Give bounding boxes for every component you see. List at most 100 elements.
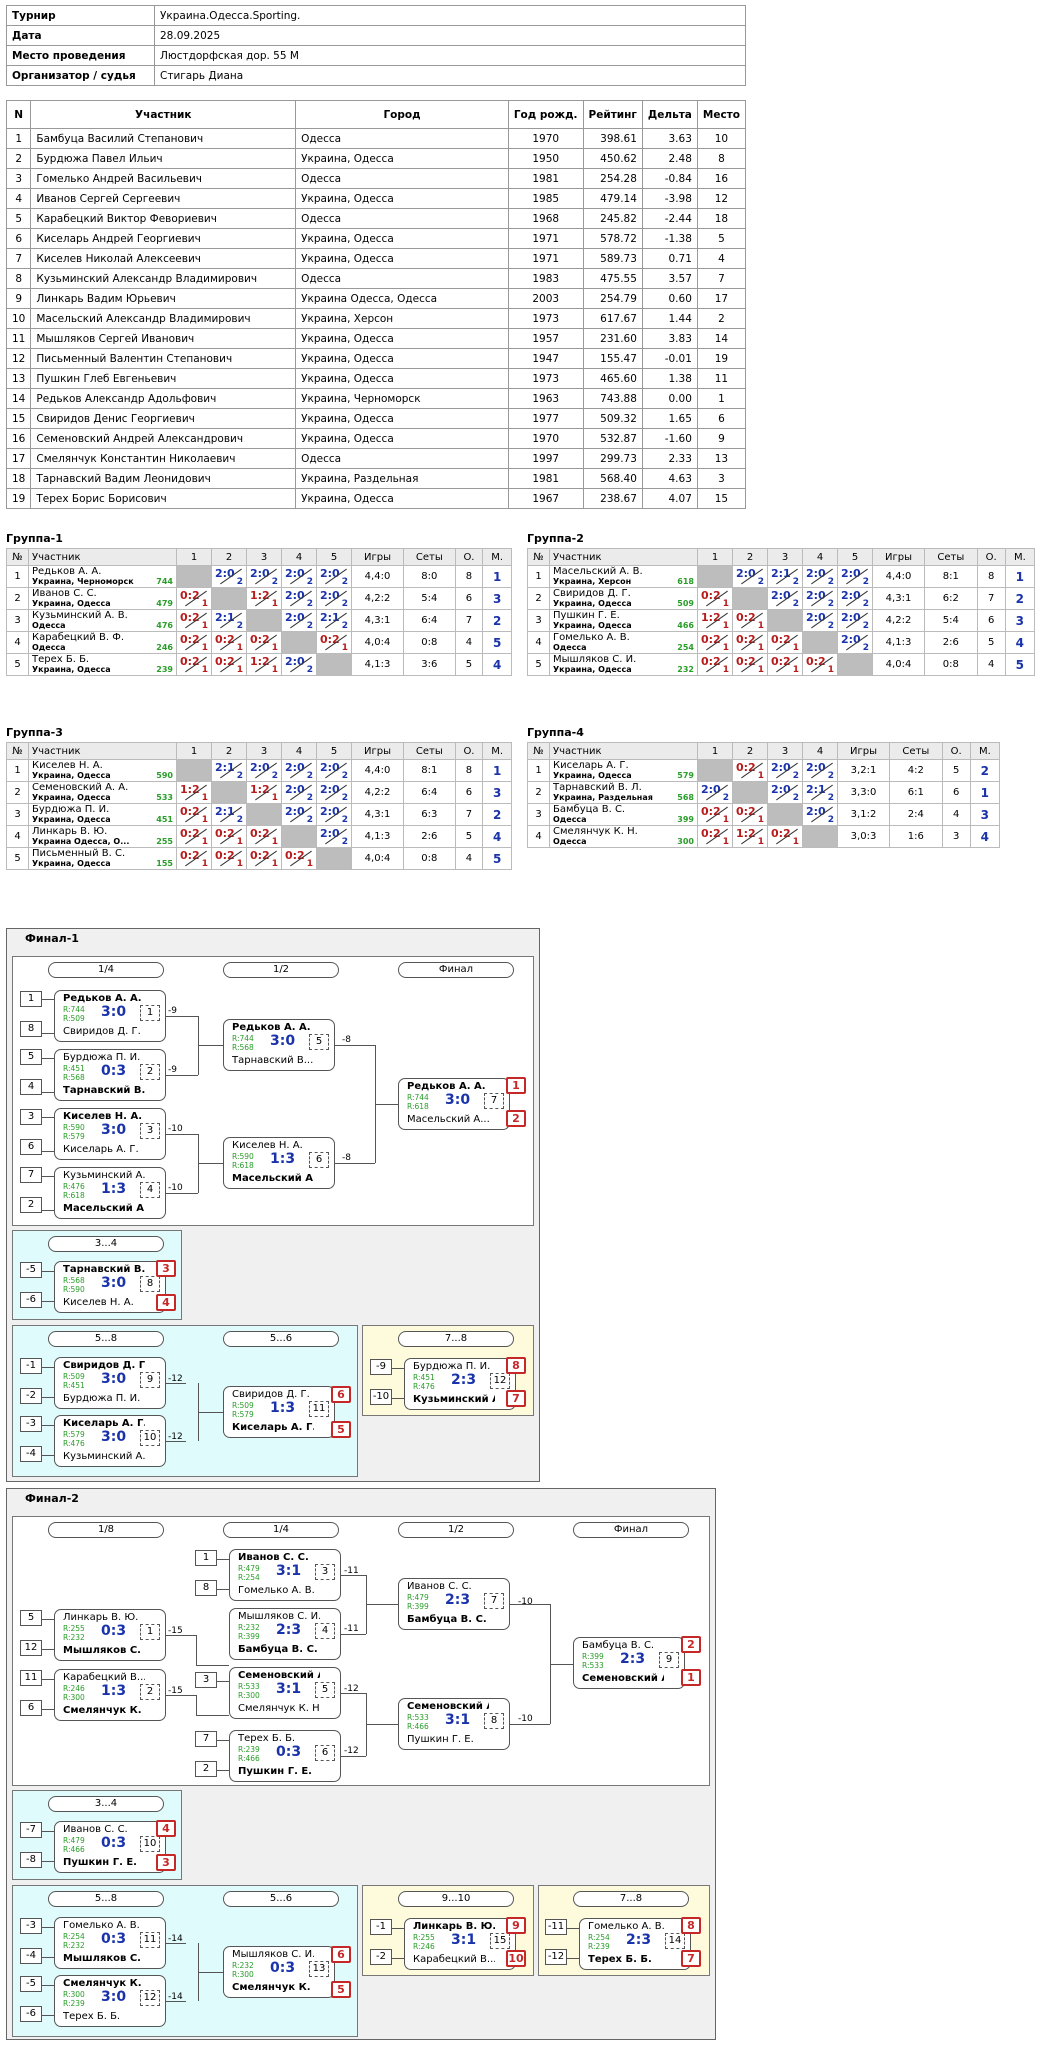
- loser-destination: -12: [344, 1746, 359, 1756]
- group-player-name: Мышляков С. И.: [553, 653, 637, 665]
- connector-line: [42, 1058, 54, 1059]
- result-score: 0:2: [250, 633, 270, 646]
- group-result-cell: 1:2 1: [246, 781, 282, 804]
- connector-line: [341, 1575, 366, 1576]
- participants-header: Город: [295, 100, 509, 129]
- result-points: 1: [757, 643, 764, 653]
- match-player-1: Редьков А. А.: [63, 993, 142, 1004]
- participant-cell: Письменный Валентин Степанович: [30, 348, 297, 369]
- group-result-cell: 2:0 2: [281, 803, 317, 826]
- group-row: 3 Пушкин Г. Е. 466 Украина, Одесса 1:2 1 0:2 1 2…: [527, 609, 1036, 632]
- group-sets: 1:6: [889, 825, 943, 848]
- participant-cell: Украина, Одесса: [295, 148, 509, 169]
- result-points: 1: [201, 665, 208, 675]
- round-header: 5...8: [48, 1891, 164, 1907]
- round-header: 7...8: [398, 1331, 514, 1347]
- round-header: 1/2: [223, 962, 339, 978]
- participant-cell: Украина, Одесса: [295, 488, 509, 509]
- match-rating-1: R:254: [63, 1932, 85, 1941]
- group-result-cell: 0:2 1: [697, 803, 733, 826]
- result-points: 2: [306, 599, 313, 609]
- participant-cell: Украина, Одесса: [295, 408, 509, 429]
- group-player-name: Линкарь В. Ю.: [32, 825, 108, 837]
- group-points: 6: [976, 609, 1006, 632]
- seed-box: 2: [20, 1197, 42, 1213]
- result-score: 0:2: [250, 849, 270, 862]
- match-rating-1: R:744: [63, 1005, 85, 1014]
- result-score: 2:0: [841, 611, 861, 624]
- group-player-city: Украина, Одесса: [553, 664, 632, 674]
- match-score: 3:0: [101, 1004, 127, 1020]
- match-player-2: Смелянчук К. Н.: [238, 1703, 320, 1714]
- participant-cell: 617.67: [582, 308, 643, 329]
- result-score: 2:1: [771, 567, 791, 580]
- seed-box: 11: [20, 1670, 42, 1686]
- match-game-number: 11: [309, 1401, 329, 1417]
- result-points: 1: [306, 859, 313, 869]
- group-points: 7: [976, 587, 1006, 610]
- group-header-row: № Участник 1 2 3 4 5 Игры Сеты О. М.: [527, 548, 1036, 566]
- group-row-number: 3: [527, 609, 550, 632]
- group-row: 1 Масельский А. В. 618 Украина, Херсон 2:0 2 2…: [527, 565, 1036, 588]
- match-player-2: Масельский А....: [232, 1173, 314, 1184]
- result-score: 1:2: [250, 589, 270, 602]
- result-score: 0:2: [806, 655, 826, 668]
- group-place: 4: [1004, 631, 1036, 654]
- participant-row: 2 Бурдюжа Павел Ильич Украина, Одесса 1950 4…: [5, 148, 747, 169]
- participant-cell: 1968: [507, 208, 584, 229]
- group-row: 2 Иванов С. С. 479 Украина, Одесса 0:2 1 1:2 1 2…: [6, 587, 512, 610]
- group-row: 5 Мышляков С. И. 232 Украина, Одесса 0:2 1 0:2…: [527, 653, 1036, 676]
- result-score: 0:2: [215, 827, 235, 840]
- match-rating-2: R:451: [63, 1381, 85, 1390]
- group-body: 1 Редьков А. А. 744 Украина, Черноморск 2:0 2…: [6, 565, 512, 676]
- connector-line: [510, 1604, 550, 1605]
- match-card: Иванов С. С. R:479 R:466 0:3 10 Пушкин Г. Е.: [54, 1821, 166, 1873]
- match-game-number: 6: [315, 1745, 335, 1761]
- group-sets: 6:3: [403, 803, 456, 826]
- participant-cell: 2: [696, 308, 747, 329]
- result-points: 1: [271, 793, 278, 803]
- group-player-sub: 254 Одесса: [553, 643, 694, 653]
- participant-cell: 7: [5, 248, 32, 269]
- group-points: 7: [454, 609, 484, 632]
- participant-cell: 465.60: [582, 368, 643, 389]
- info-value: Люстдорфская дор. 55 М: [154, 45, 746, 66]
- tournament-info-table: Турнир Украина.Одесса.Sporting. Дата 28.09.…: [6, 5, 746, 86]
- seed-box: -2: [20, 1388, 42, 1404]
- round-header: 5...6: [223, 1331, 339, 1347]
- result-score: 1:2: [701, 611, 721, 624]
- group-result-cell: 0:2 1: [176, 653, 212, 676]
- group-col-header: О.: [941, 742, 971, 760]
- group-player-name: Редьков А. А.: [32, 565, 102, 577]
- group-player-city: Украина, Одесса: [32, 664, 111, 674]
- result-points: 1: [722, 665, 729, 675]
- match-score: 0:3: [101, 1835, 127, 1851]
- group-result-cell: 0:2 1: [211, 847, 247, 870]
- match-player-1: Мышляков С. И.: [232, 1949, 314, 1960]
- result-score: 2:0: [320, 567, 340, 580]
- group-sets: 6:4: [403, 609, 456, 632]
- group-result-cell: 2:0 2: [211, 565, 247, 588]
- match-game-number: 1: [140, 1005, 160, 1021]
- participant-cell: 1983: [507, 268, 584, 289]
- result-points: 1: [271, 599, 278, 609]
- match-player-1: Иванов С. С.: [238, 1552, 309, 1563]
- participant-cell: Редьков Александр Адольфович: [30, 388, 297, 409]
- connector-line: [392, 1368, 404, 1369]
- participant-cell: 1973: [507, 308, 584, 329]
- group-col-header: 4: [281, 548, 317, 566]
- participant-cell: 1973: [507, 368, 584, 389]
- match-rating-1: R:579: [63, 1430, 85, 1439]
- match-rating-2: R:618: [63, 1191, 85, 1200]
- participant-cell: -0.84: [641, 168, 698, 189]
- connector-line: [42, 1927, 54, 1928]
- group-player: Тарнавский В. Л. 568 Украина, Раздельная: [549, 781, 698, 804]
- result-points: 2: [757, 577, 764, 587]
- round-header: 7...8: [573, 1891, 689, 1907]
- result-points: 2: [827, 771, 834, 781]
- group-player-sub: 239 Украина, Одесса: [32, 665, 173, 675]
- participant-cell: 4.63: [641, 468, 698, 489]
- group-col-header: 1: [176, 742, 212, 760]
- group-points: 6: [454, 587, 484, 610]
- group-points: 6: [454, 781, 484, 804]
